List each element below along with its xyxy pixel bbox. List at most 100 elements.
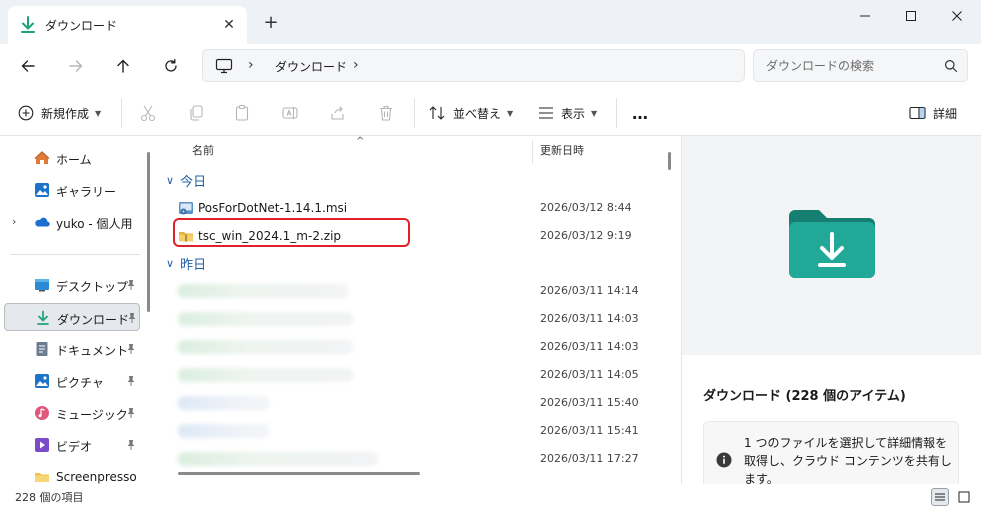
close-tab-button[interactable]: ✕	[218, 14, 240, 36]
share-button[interactable]	[326, 101, 350, 125]
back-button[interactable]	[13, 51, 43, 81]
breadcrumb-downloads[interactable]: ダウンロード	[275, 58, 347, 75]
maximize-icon	[906, 11, 916, 21]
refresh-button[interactable]	[156, 51, 186, 81]
delete-button[interactable]	[374, 101, 398, 125]
desktop-icon	[34, 277, 50, 293]
chevron-down-icon: ▼	[591, 108, 598, 118]
sidebar-item-home[interactable]: ホーム	[4, 144, 140, 172]
sidebar-item-desktop[interactable]: デスクトップ	[4, 271, 140, 299]
column-header-name[interactable]: 名前	[192, 142, 214, 158]
details-title: ダウンロード (228 個のアイテム)	[703, 389, 906, 404]
sidebar-item-label: ピクチャ	[56, 376, 104, 390]
sidebar-item-documents[interactable]: ドキュメント	[4, 335, 140, 363]
up-button[interactable]	[108, 51, 138, 81]
pin-icon[interactable]	[125, 407, 137, 419]
copy-button[interactable]	[184, 101, 208, 125]
file-row[interactable]: 2026/03/11 17:27	[176, 447, 656, 471]
new-label: 新規作成	[41, 106, 90, 121]
command-bar: 新規作成 ▼ 並べ替え ▼ 表示 ▼ … 詳細	[0, 88, 981, 136]
file-date: 2026/03/11 15:40	[540, 396, 639, 409]
search-box[interactable]	[753, 49, 968, 82]
sidebar-item-music[interactable]: ミュージック	[4, 399, 140, 427]
sidebar-item-label: yuko - 個人用	[56, 217, 133, 231]
download-icon	[18, 15, 38, 35]
details-view-button[interactable]	[931, 488, 949, 506]
file-row[interactable]: 2026/03/11 14:03	[176, 307, 656, 331]
downloads-folder-icon	[789, 210, 875, 278]
close-window-button[interactable]	[934, 0, 980, 32]
pin-icon[interactable]	[125, 279, 137, 291]
sidebar-item-label: ビデオ	[56, 440, 93, 454]
file-row[interactable]: 2026/03/11 15:40	[176, 391, 656, 415]
folder-icon	[34, 469, 50, 485]
toolbar-divider	[616, 98, 617, 128]
sidebar-item-pictures[interactable]: ピクチャ	[4, 367, 140, 395]
sort-icon	[429, 106, 445, 120]
more-options-button[interactable]: …	[632, 100, 648, 126]
file-list: ^ 名前 更新日時 ∨ 今日 PosForDotNet-1.14.1.msi 2…	[160, 136, 678, 484]
computer-icon	[215, 58, 233, 74]
msi-icon	[178, 200, 194, 216]
sort-button[interactable]: 並べ替え ▼	[428, 100, 513, 126]
sidebar-scrollbar[interactable]	[147, 152, 150, 312]
address-bar[interactable]: › ダウンロード ›	[202, 49, 745, 82]
details-pane-button[interactable]: 詳細	[909, 100, 957, 126]
maximize-button[interactable]	[888, 0, 934, 32]
group-header-today[interactable]: ∨ 今日	[166, 170, 206, 190]
file-row[interactable]: 2026/03/11 14:05	[176, 363, 656, 387]
pin-icon[interactable]	[125, 343, 137, 355]
status-bar: 228 個の項目	[0, 484, 981, 509]
sidebar-item-gallery[interactable]: ギャラリー	[4, 176, 140, 204]
home-icon	[34, 150, 50, 166]
breadcrumb-separator[interactable]: ›	[248, 57, 254, 73]
gallery-icon	[34, 182, 50, 198]
blurred-file-name	[178, 452, 378, 466]
file-row[interactable]: 2026/03/11 15:41	[176, 419, 656, 443]
column-header-date[interactable]: 更新日時	[540, 142, 584, 158]
blurred-file-name	[178, 368, 353, 382]
file-row[interactable]: 2026/03/11 14:03	[176, 335, 656, 359]
column-divider[interactable]	[532, 140, 533, 164]
sidebar-item-label: ダウンロード	[57, 313, 130, 327]
paste-button[interactable]	[230, 101, 254, 125]
new-tab-button[interactable]: +	[258, 11, 284, 37]
details-pane-icon	[909, 106, 926, 120]
info-icon	[716, 452, 732, 468]
sort-ascending-icon: ^	[356, 136, 365, 147]
file-list-vertical-scrollbar[interactable]	[668, 152, 671, 170]
sidebar-item-label: ミュージック	[56, 408, 128, 422]
file-date: 2026/03/11 14:03	[540, 340, 639, 353]
sort-label: 並べ替え	[453, 106, 502, 121]
forward-button[interactable]	[61, 51, 91, 81]
close-icon	[952, 11, 962, 21]
group-header-yesterday[interactable]: ∨ 昨日	[166, 253, 206, 273]
info-card: 1 つのファイルを選択して詳細情報を取得し、クラウド コンテンツを共有します。	[703, 421, 959, 491]
view-button[interactable]: 表示 ▼	[538, 100, 597, 126]
pin-icon[interactable]	[126, 312, 138, 324]
file-list-horizontal-scrollbar[interactable]	[178, 472, 420, 475]
rename-icon	[282, 107, 298, 119]
music-icon	[34, 405, 50, 421]
search-input[interactable]	[766, 57, 936, 75]
plus-circle-icon	[18, 105, 34, 121]
sidebar-item-videos[interactable]: ビデオ	[4, 431, 140, 459]
sidebar-item-downloads[interactable]: ダウンロード	[4, 303, 140, 331]
pin-icon[interactable]	[125, 375, 137, 387]
file-date: 2026/03/11 14:03	[540, 312, 639, 325]
cut-button[interactable]	[136, 101, 160, 125]
clipboard-icon	[235, 104, 249, 121]
file-row[interactable]: 2026/03/11 14:14	[176, 279, 656, 303]
tab-downloads[interactable]: ダウンロード ✕	[8, 6, 247, 44]
chevron-right-icon[interactable]: ›	[12, 215, 16, 228]
tiles-view-button[interactable]	[955, 488, 973, 506]
sidebar-item-label: Screenpresso	[56, 470, 137, 484]
documents-icon	[34, 341, 50, 357]
sidebar-item-onedrive[interactable]: › yuko - 個人用	[4, 208, 140, 236]
new-button[interactable]: 新規作成 ▼	[18, 100, 101, 126]
pin-icon[interactable]	[125, 439, 137, 451]
rename-button[interactable]	[278, 101, 302, 125]
file-row[interactable]: PosForDotNet-1.14.1.msi 2026/03/12 8:44	[176, 196, 656, 220]
breadcrumb-separator[interactable]: ›	[353, 57, 359, 73]
minimize-button[interactable]	[842, 0, 888, 32]
